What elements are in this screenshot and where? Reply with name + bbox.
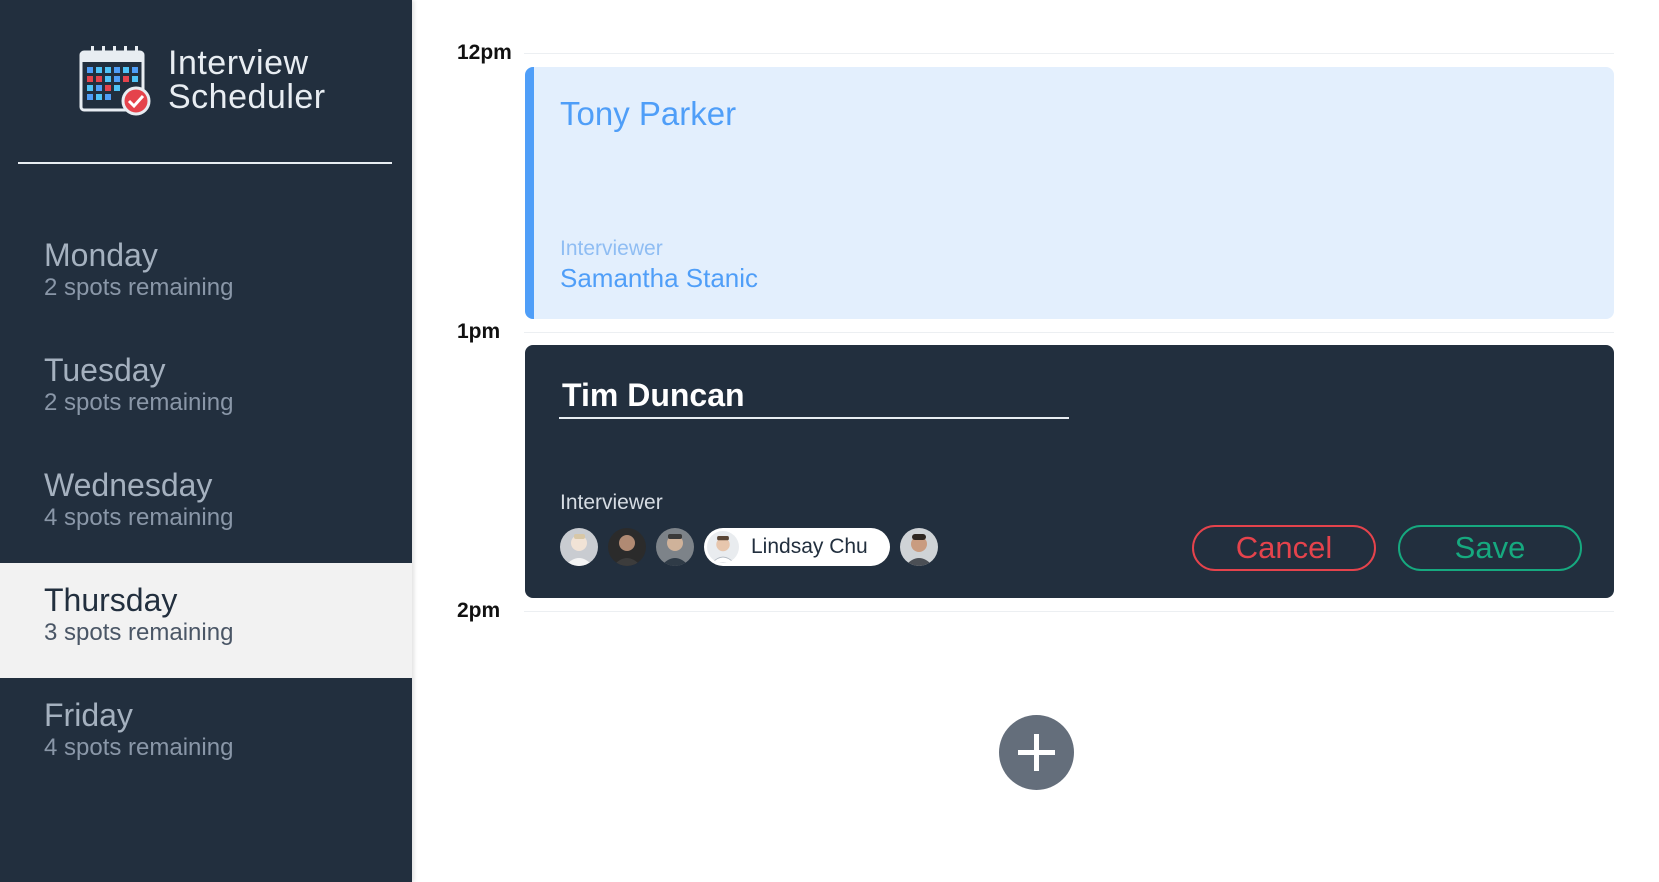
day-name: Monday [44,237,158,273]
day-spots: 2 spots remaining [44,389,234,416]
day-spots: 4 spots remaining [44,734,234,761]
day-item-tuesday[interactable]: Tuesday 2 spots remaining [0,333,412,448]
day-name: Wednesday [44,467,213,503]
interviewer-avatar[interactable] [899,528,938,566]
day-item-wednesday[interactable]: Wednesday 4 spots remaining [0,448,412,563]
time-divider [524,611,1614,612]
day-item-monday[interactable]: Monday 2 spots remaining [0,218,412,333]
person-icon [608,528,646,566]
appointment-edit-form: Interviewer Lindsay Chu Cancel Save [525,345,1614,598]
add-appointment-button[interactable] [999,715,1074,790]
time-label-2pm: 2pm [457,599,501,622]
time-divider [524,332,1614,333]
interviewer-name: Lindsay Chu [751,535,868,558]
day-item-thursday[interactable]: Thursday 3 spots remaining [0,563,412,678]
interviewer-avatar[interactable] [656,528,694,566]
day-name: Thursday [44,582,178,618]
app-brand: Interview Scheduler [78,44,326,116]
interviewer-avatar[interactable] [608,528,646,566]
interviewer-list: Lindsay Chu [560,528,948,566]
person-icon [656,528,694,566]
app-title: Interview Scheduler [168,46,326,114]
day-name: Tuesday [44,352,166,388]
interviewer-selected[interactable]: Lindsay Chu [704,528,890,566]
day-spots: 3 spots remaining [44,619,234,646]
student-name: Tony Parker [560,95,737,132]
time-label-1pm: 1pm [457,320,501,343]
interviewer-avatar [707,531,739,563]
person-icon [899,528,938,566]
day-name: Friday [44,697,133,733]
appointment-show[interactable]: Tony Parker Interviewer Samantha Stanic [525,67,1614,319]
sidebar: Interview Scheduler Monday 2 spots remai… [0,0,412,882]
interviewer-label: Interviewer [560,491,663,514]
calendar-check-icon [79,46,151,116]
person-icon [707,531,739,563]
student-name-input[interactable] [559,373,1069,419]
brand-divider [18,162,392,164]
interviewer-name: Samantha Stanic [560,263,759,293]
interviewer-avatar[interactable] [560,528,598,566]
day-item-friday[interactable]: Friday 4 spots remaining [0,678,412,793]
day-list: Monday 2 spots remaining Tuesday 2 spots… [0,218,412,793]
app-title-line1: Interview [168,44,309,82]
time-label-12pm: 12pm [457,41,512,64]
day-spots: 2 spots remaining [44,274,234,301]
app-title-line2: Scheduler [168,78,326,116]
cancel-button[interactable]: Cancel [1192,525,1376,571]
interviewer-label: Interviewer [560,237,663,260]
plus-icon [1018,734,1055,771]
save-button[interactable]: Save [1398,525,1582,571]
time-divider [524,53,1614,54]
day-spots: 4 spots remaining [44,504,234,531]
person-icon [560,528,598,566]
